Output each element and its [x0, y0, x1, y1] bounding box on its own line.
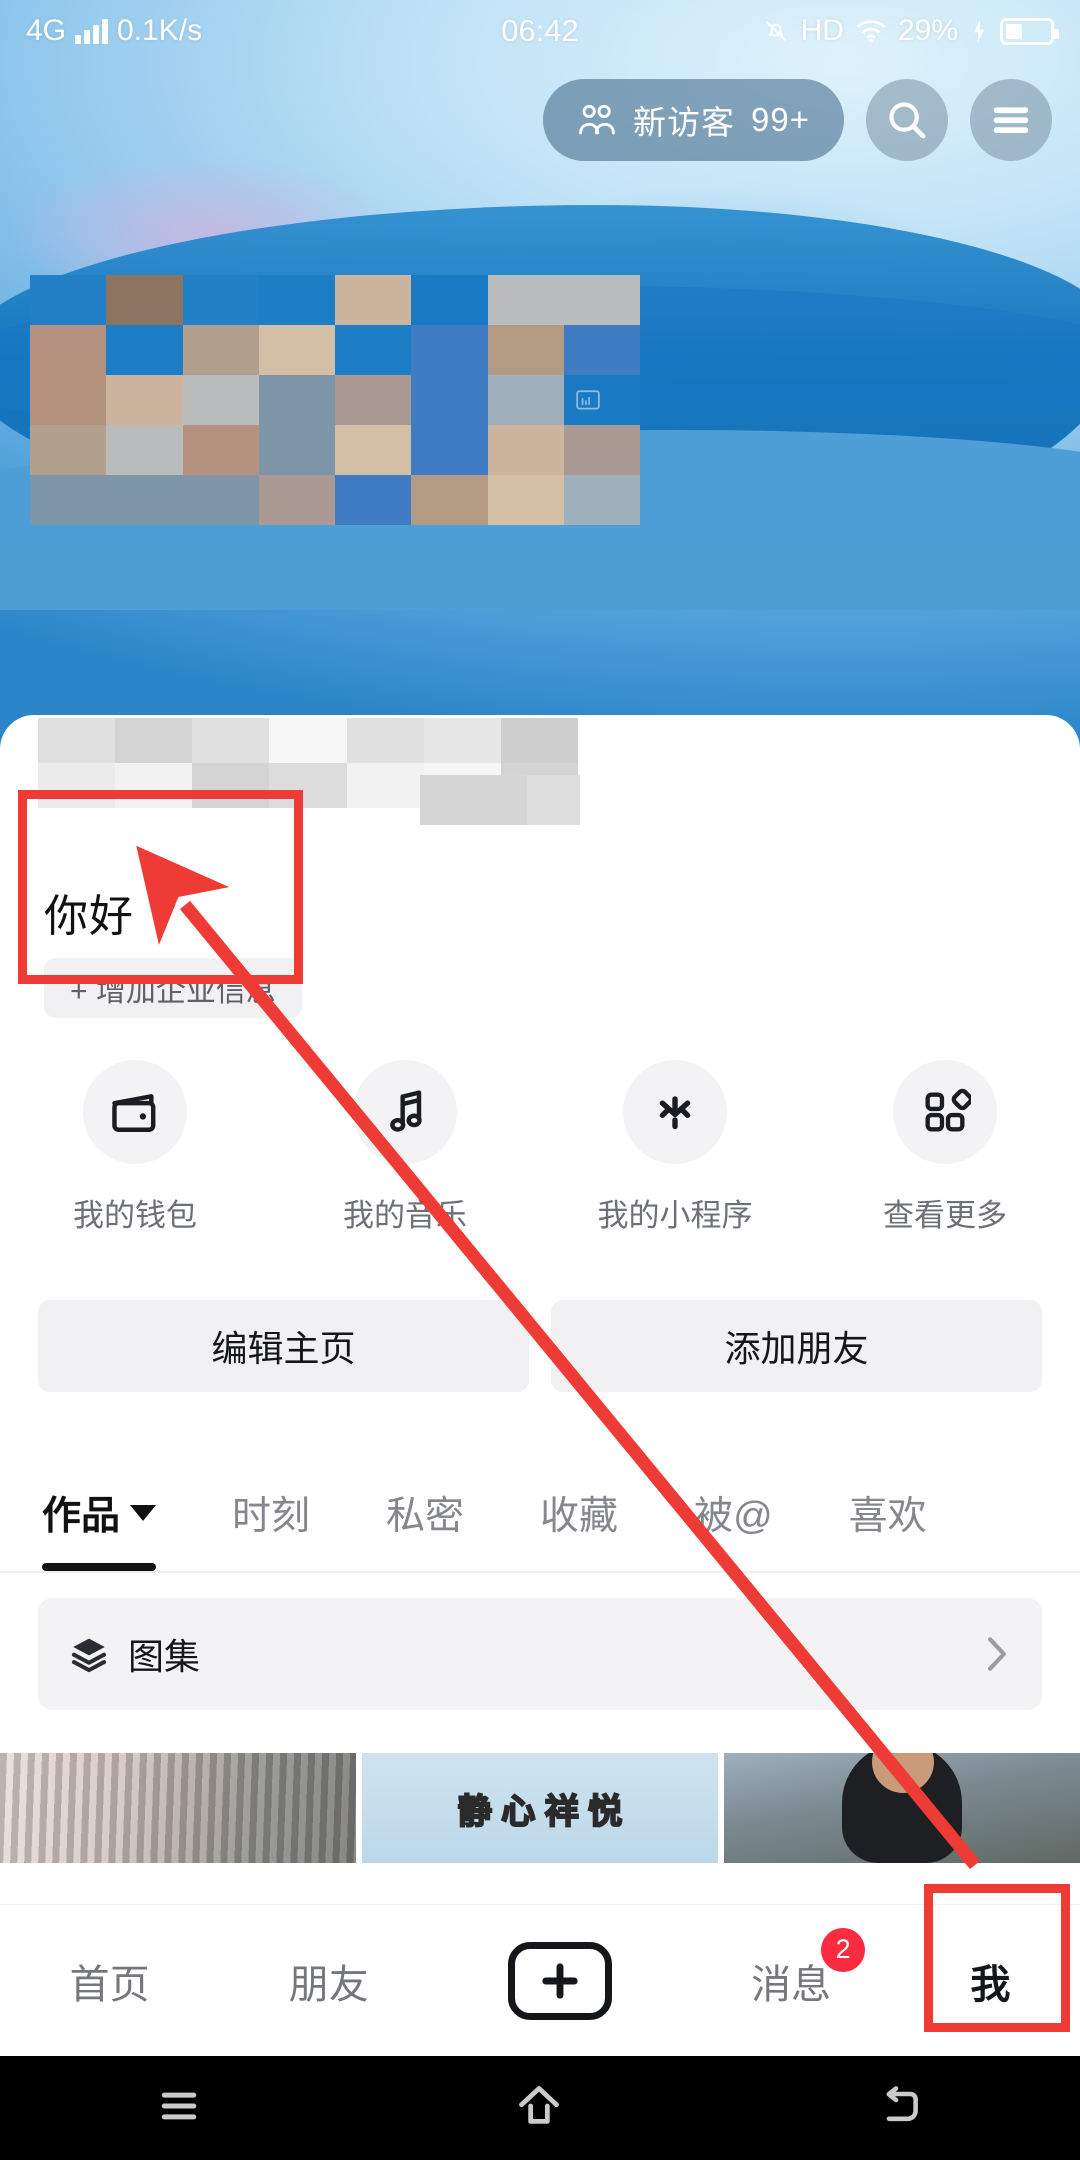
quick-action-label: 我的钱包 — [73, 1198, 197, 1233]
recents-icon — [161, 2092, 197, 2119]
hd-label: HD — [800, 14, 844, 47]
bottom-navigation-bar: 首页 朋友 消息 2 我 — [0, 1904, 1080, 2056]
quick-action-mini-program[interactable]: 我的小程序 — [565, 1060, 785, 1235]
add-business-info-chip[interactable]: + 增加企业信息 — [44, 958, 302, 1018]
profile-nickname: 你好 — [44, 892, 134, 941]
add-friend-button[interactable]: 添加朋友 — [551, 1300, 1042, 1392]
censored-mosaic-userid — [420, 775, 580, 825]
video-thumbnail[interactable]: 静 心 祥 悦 — [362, 1753, 718, 1863]
grid-more-icon-circle — [893, 1060, 997, 1164]
layers-stack-icon — [71, 1638, 107, 1673]
back-button[interactable] — [876, 2084, 924, 2133]
tab-label: 时刻 — [232, 1495, 311, 1538]
home-button[interactable] — [514, 2083, 564, 2134]
phone-screen: 4G 0.1K/s 06:42 HD 29% 新访客 99+ 你好 + 增加企业… — [0, 0, 1080, 2160]
quick-action-label: 我的小程序 — [597, 1198, 753, 1233]
nav-item-me[interactable]: 我 — [970, 1952, 1010, 2010]
wifi-icon — [857, 20, 885, 43]
quick-action-wallet[interactable]: 我的钱包 — [25, 1060, 245, 1235]
back-icon — [886, 2085, 918, 2121]
tab-active-underline — [42, 1563, 157, 1571]
quick-action-label: 我的音乐 — [343, 1198, 467, 1233]
album-row[interactable]: 图集 — [38, 1598, 1042, 1710]
tab-works[interactable]: 作品 — [42, 1485, 157, 1571]
music-icon-circle — [353, 1060, 457, 1164]
create-post-button[interactable] — [507, 1941, 612, 2020]
video-thumbnail-row: 静 心 祥 悦 — [0, 1753, 1080, 1863]
search-button[interactable] — [866, 78, 948, 161]
new-visitors-label: 新访客 — [633, 103, 736, 141]
plus-create-icon — [542, 1962, 578, 1999]
profile-header-actions: 新访客 99+ — [0, 72, 1080, 167]
mini-program-icon — [659, 1096, 691, 1130]
thumbnail-caption: 静 心 祥 悦 — [457, 1792, 623, 1832]
home-icon — [519, 2085, 559, 2124]
video-thumbnail[interactable] — [0, 1753, 356, 1863]
battery-percent-label: 29% — [897, 14, 958, 47]
chevron-right-icon — [988, 1637, 1006, 1671]
tab-label: 作品 — [42, 1495, 121, 1538]
tab-likes[interactable]: 喜欢 — [849, 1485, 927, 1541]
wallet-icon-circle — [83, 1060, 187, 1164]
nav-item-messages[interactable]: 消息 2 — [751, 1927, 866, 2010]
search-icon — [889, 101, 926, 138]
visitors-people-icon — [579, 104, 615, 134]
quick-action-label: 查看更多 — [883, 1198, 1007, 1233]
content-tabs: 作品 时刻 私密 收藏 被@ 喜欢 — [0, 1455, 1080, 1573]
quick-action-more[interactable]: 查看更多 — [835, 1060, 1055, 1235]
recents-button[interactable] — [156, 2086, 202, 2131]
tab-label: 私密 — [386, 1495, 465, 1538]
grid-more-icon — [925, 1088, 971, 1132]
mini-program-icon-circle — [623, 1060, 727, 1164]
quick-actions-row: 我的钱包 我的音乐 我的小程序 查看更多 — [0, 1060, 1080, 1235]
new-visitors-pill[interactable]: 新访客 99+ — [543, 78, 844, 161]
edit-home-button[interactable]: 编辑主页 — [38, 1300, 529, 1392]
menu-button[interactable] — [970, 78, 1052, 161]
chevron-down-icon[interactable] — [130, 1505, 157, 1521]
android-system-nav — [0, 2056, 1080, 2160]
hamburger-menu-icon — [993, 106, 1029, 133]
nav-item-friends[interactable]: 朋友 — [289, 1952, 369, 2010]
nav-item-label: 消息 — [751, 1962, 832, 2007]
status-right: HD 29% — [763, 14, 1059, 48]
video-thumbnail[interactable] — [724, 1753, 1080, 1863]
profile-action-buttons: 编辑主页 添加朋友 — [38, 1300, 1042, 1392]
tab-label: 喜欢 — [848, 1495, 927, 1538]
status-bar: 4G 0.1K/s 06:42 HD 29% — [0, 0, 1080, 62]
battery-icon — [1000, 17, 1059, 45]
music-note-icon — [390, 1090, 422, 1132]
watermark-icon — [576, 390, 600, 410]
charging-bolt-icon — [973, 19, 985, 43]
tab-mentions[interactable]: 被@ — [694, 1485, 773, 1541]
quick-action-music[interactable]: 我的音乐 — [295, 1060, 515, 1235]
tab-label: 被@ — [694, 1495, 773, 1538]
tab-moments[interactable]: 时刻 — [232, 1485, 310, 1541]
censored-mosaic-banner — [30, 275, 640, 525]
bell-muted-icon — [765, 21, 786, 41]
album-label: 图集 — [128, 1636, 201, 1677]
tab-favorites[interactable]: 收藏 — [540, 1485, 618, 1541]
nav-item-home[interactable]: 首页 — [70, 1952, 150, 2010]
wallet-icon — [112, 1094, 156, 1132]
tab-private[interactable]: 私密 — [386, 1485, 464, 1541]
new-visitors-count: 99+ — [751, 100, 810, 138]
message-badge: 2 — [821, 1927, 866, 1972]
tab-label: 收藏 — [540, 1495, 619, 1538]
